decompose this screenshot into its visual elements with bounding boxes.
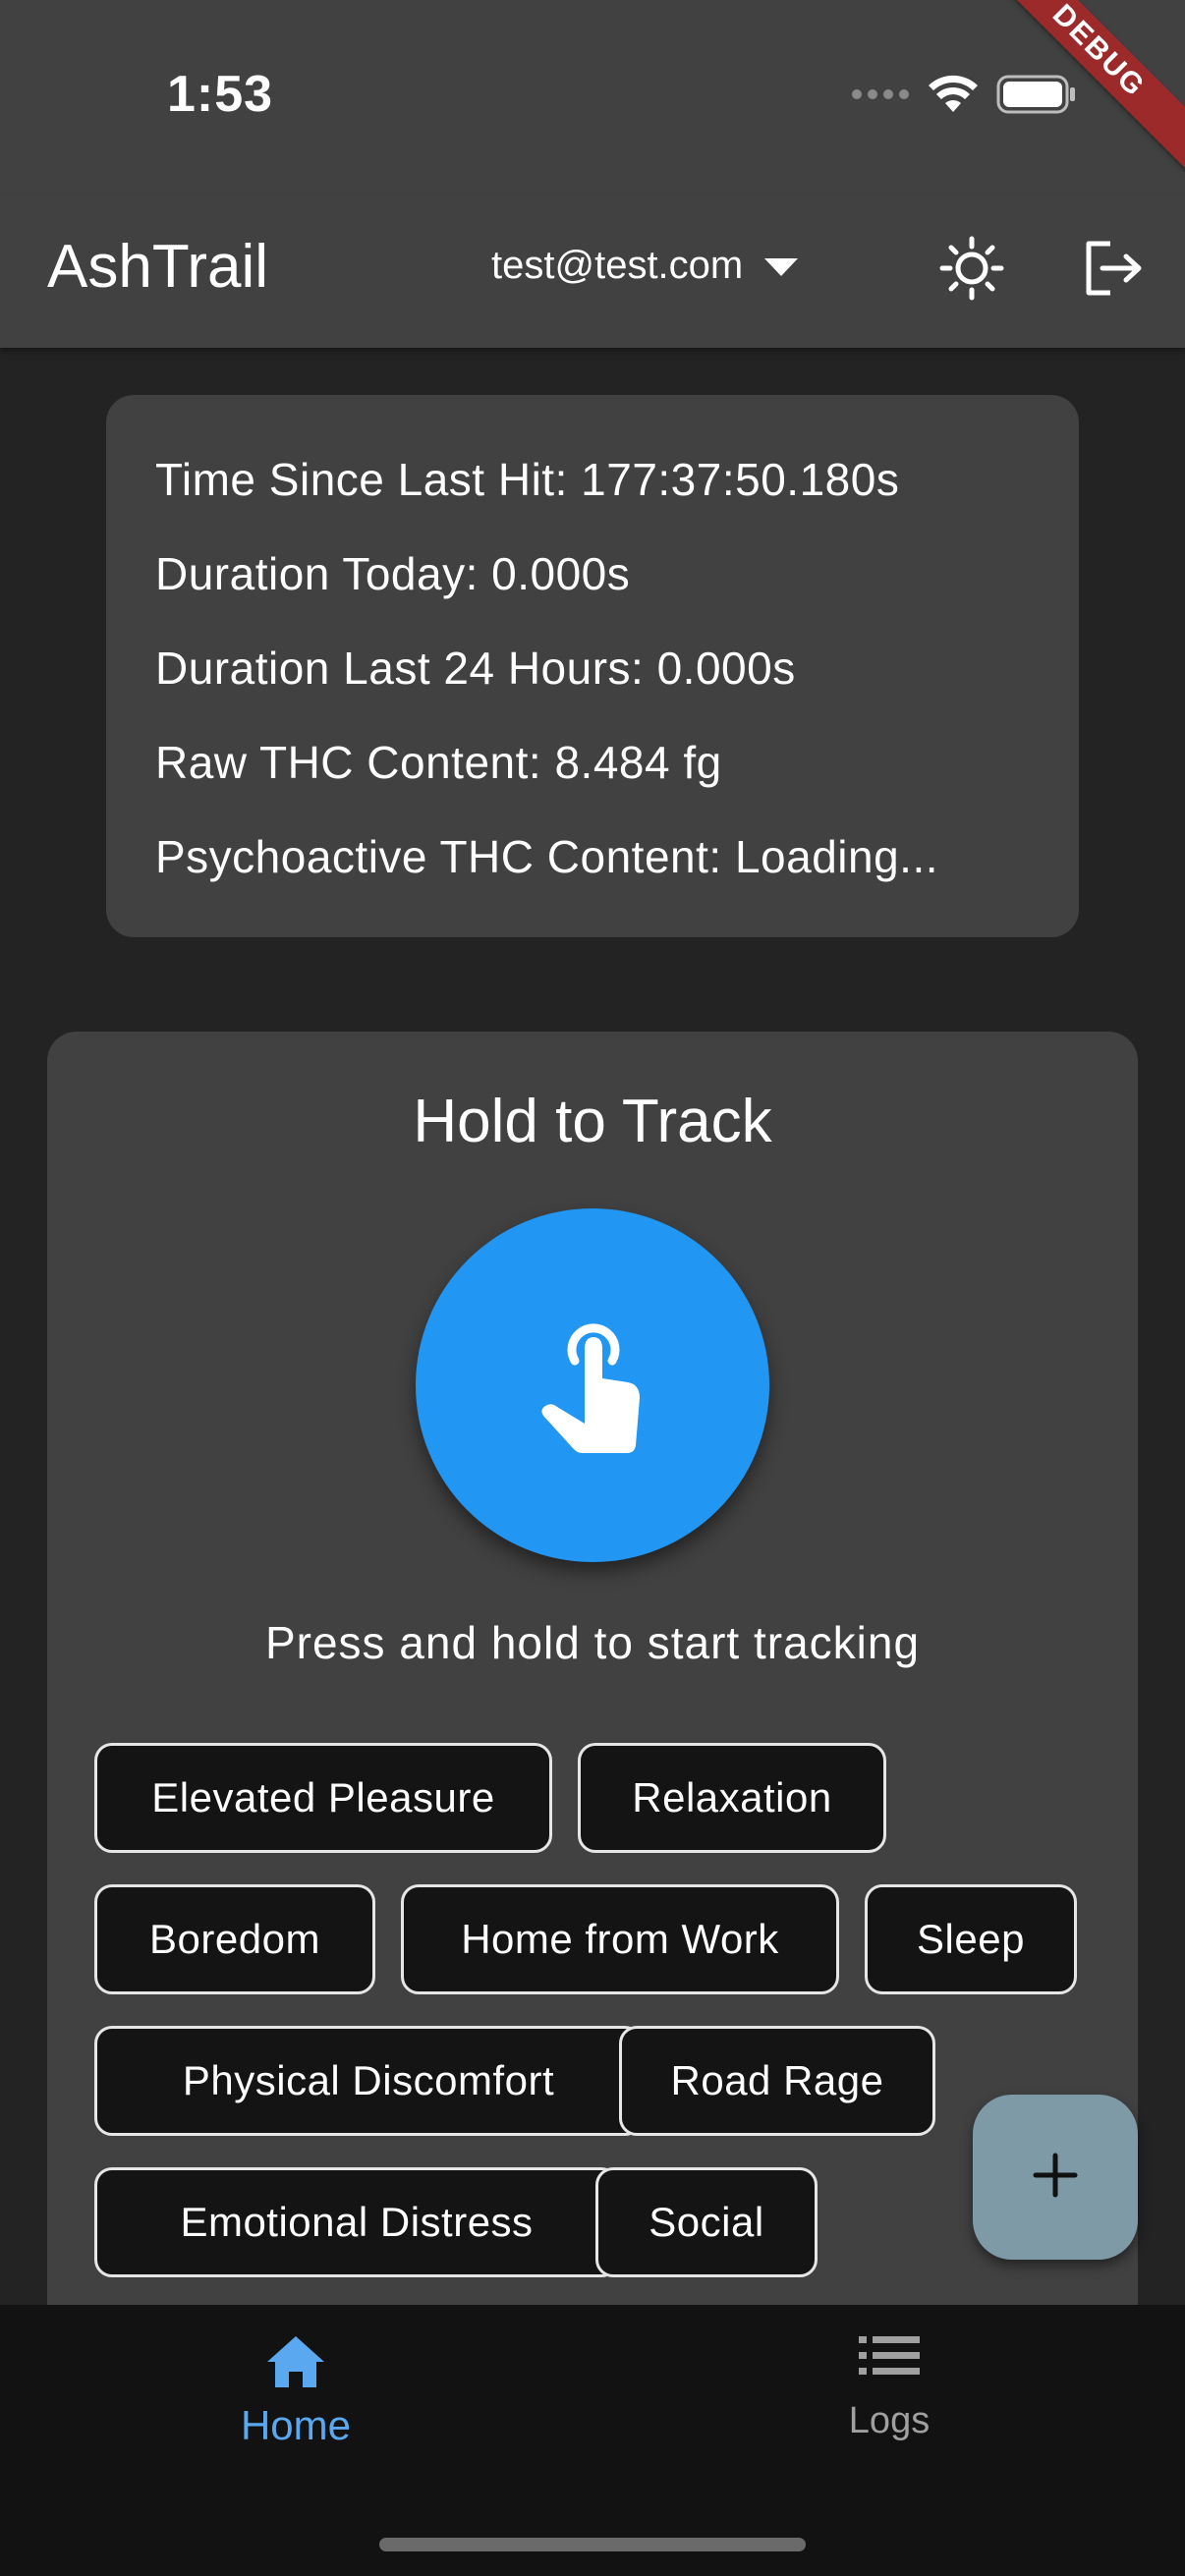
account-dropdown[interactable]: test@test.com <box>491 244 799 288</box>
stats-card: Time Since Last Hit: 177:37:50.180s Dura… <box>106 395 1079 937</box>
sun-icon <box>939 236 1004 306</box>
time-since-last-hit: Time Since Last Hit: 177:37:50.180s <box>155 454 900 505</box>
nav-label-logs: Logs <box>848 2400 931 2441</box>
tracking-hint: Press and hold to start tracking <box>264 1617 921 1668</box>
nav-item-logs[interactable]: Logs <box>742 2334 1037 2442</box>
logout-icon <box>1083 240 1144 302</box>
list-icon <box>859 2334 920 2382</box>
status-bar: 1:53 DEBUG <box>0 0 1185 196</box>
status-time: 1:53 <box>167 66 274 123</box>
reason-chip-physical-discomfort[interactable]: Physical Discomfort <box>94 2026 643 2136</box>
raw-thc-content: Raw THC Content: 8.484 fg <box>155 737 722 788</box>
reason-chip-road-rage[interactable]: Road Rage <box>619 2026 935 2136</box>
add-log-fab[interactable] <box>973 2095 1138 2260</box>
reason-chip-social[interactable]: Social <box>595 2167 818 2277</box>
wifi-icon <box>928 75 979 119</box>
reason-chip-elevated-pleasure[interactable]: Elevated Pleasure <box>94 1743 552 1853</box>
reason-chip-sleep[interactable]: Sleep <box>865 1884 1077 1994</box>
reason-chip-emotional-distress[interactable]: Emotional Distress <box>94 2167 619 2277</box>
home-icon <box>265 2334 326 2394</box>
reason-chip-boredom[interactable]: Boredom <box>94 1884 375 1994</box>
nav-label-home: Home <box>240 2402 352 2448</box>
dropdown-arrow-icon <box>764 244 799 288</box>
tracker-title: Hold to Track <box>413 1088 772 1155</box>
bottom-navigation: Home Logs <box>0 2305 1185 2576</box>
nav-item-home[interactable]: Home <box>148 2334 443 2449</box>
account-email: test@test.com <box>491 244 744 287</box>
psychoactive-thc-content: Psychoactive THC Content: Loading... <box>155 831 939 882</box>
cellular-signal-icon <box>851 87 910 106</box>
app-bar: AshTrail test@test.com <box>0 196 1185 348</box>
duration-today: Duration Today: 0.000s <box>155 548 631 599</box>
reason-chip-home-from-work[interactable]: Home from Work <box>401 1884 839 1994</box>
reason-chip-relaxation[interactable]: Relaxation <box>578 1743 886 1853</box>
status-icons <box>851 75 1077 119</box>
theme-toggle-button[interactable] <box>928 226 1016 314</box>
duration-last-24-hours: Duration Last 24 Hours: 0.000s <box>155 643 796 694</box>
logout-button[interactable] <box>1069 226 1157 314</box>
app-title: AshTrail <box>47 233 269 301</box>
plus-icon <box>1032 2152 1079 2204</box>
home-indicator <box>379 2538 806 2551</box>
touch-app-icon <box>534 1310 651 1462</box>
battery-icon <box>996 75 1077 119</box>
hold-to-track-button[interactable] <box>416 1208 769 1562</box>
